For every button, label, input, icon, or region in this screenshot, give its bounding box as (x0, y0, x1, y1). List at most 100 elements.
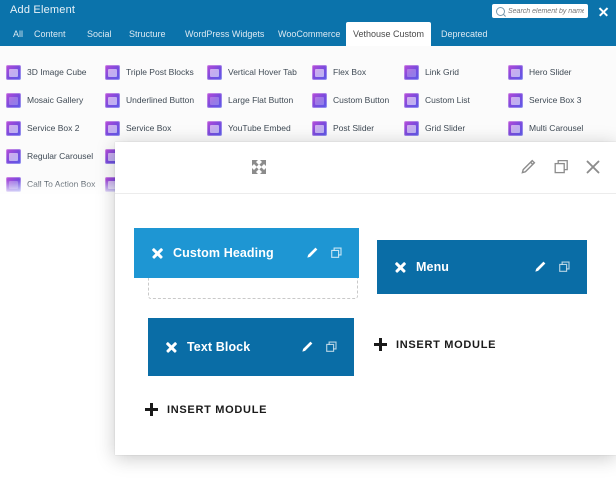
insert-module-button-right[interactable]: INSERT MODULE (374, 338, 496, 351)
link-grid-icon (404, 64, 419, 80)
element-item-hero-slider[interactable]: Hero Slider (508, 58, 572, 86)
element-item-3d-image-cube[interactable]: 3D Image Cube (6, 58, 87, 86)
page-title: Add Element (10, 4, 76, 16)
search-box[interactable] (492, 4, 588, 18)
module-text-block[interactable]: Text Block (148, 318, 354, 376)
copy-icon[interactable] (324, 339, 340, 355)
hero-slider-icon (508, 64, 523, 80)
element-label: Post Slider (333, 123, 375, 133)
underlined-button-icon (105, 92, 120, 108)
element-item-service-box[interactable]: Service Box (105, 114, 171, 142)
element-label: Large Flat Button (228, 95, 294, 105)
element-label: Call To Action Box (27, 179, 96, 189)
element-item-mosaic-gallery[interactable]: Mosaic Gallery (6, 86, 83, 114)
tab-structure[interactable]: Structure (122, 22, 173, 46)
element-item-triple-post-blocks[interactable]: Triple Post Blocks (105, 58, 194, 86)
element-item-underlined-button[interactable]: Underlined Button (105, 86, 194, 114)
element-label: Mosaic Gallery (27, 95, 84, 105)
remove-icon[interactable] (165, 341, 178, 354)
module-label: Menu (416, 260, 450, 274)
element-item-custom-list[interactable]: Custom List (404, 86, 470, 114)
service-box-2-icon (6, 120, 21, 136)
module-label: Custom Heading (173, 246, 274, 260)
element-label: YouTube Embed (228, 123, 291, 133)
element-item-custom-button[interactable]: Custom Button (312, 86, 389, 114)
element-label: Triple Post Blocks (126, 67, 194, 77)
regular-carousel-icon (6, 148, 21, 164)
element-item-post-slider[interactable]: Post Slider (312, 114, 374, 142)
module-label: Text Block (187, 340, 251, 354)
tab-vethouse-custom[interactable]: Vethouse Custom (346, 22, 432, 46)
module-actions (532, 259, 587, 275)
tab-woocommerce[interactable]: WooCommerce (271, 22, 347, 46)
copy-icon[interactable] (557, 259, 573, 275)
panel-toolbar (115, 142, 616, 194)
custom-button-icon (312, 92, 327, 108)
element-item-grid-slider[interactable]: Grid Slider (404, 114, 465, 142)
large-flat-button-icon (207, 92, 222, 108)
pencil-icon[interactable] (304, 245, 320, 261)
element-label: Flex Box (333, 67, 367, 77)
category-tabs: All Content Social Structure WordPress W… (0, 22, 616, 46)
close-icon[interactable] (583, 157, 603, 177)
element-label: Custom List (425, 95, 470, 105)
element-item-vertical-hover-tab[interactable]: Vertical Hover Tab (207, 58, 297, 86)
insert-module-label: INSERT MODULE (167, 403, 268, 416)
copy-icon[interactable] (329, 245, 345, 261)
element-row: Mosaic Gallery Underlined Button Large F… (0, 86, 616, 114)
service-box-3-icon (508, 92, 523, 108)
element-item-service-box-2[interactable]: Service Box 2 (6, 114, 79, 142)
element-label: Regular Carousel (27, 151, 94, 161)
app-root: Add Element All Content Social Structure… (0, 0, 616, 504)
element-item-regular-carousel[interactable]: Regular Carousel (6, 142, 93, 170)
3d-image-cube-icon (6, 64, 21, 80)
tab-content[interactable]: Content (27, 22, 73, 46)
vertical-hover-tab-icon (207, 64, 222, 80)
element-item-link-grid[interactable]: Link Grid (404, 58, 459, 86)
insert-module-label: INSERT MODULE (396, 338, 497, 351)
pencil-icon[interactable] (518, 157, 538, 177)
add-element-header: Add Element (0, 0, 616, 22)
copy-icon[interactable] (552, 157, 572, 177)
element-label: Service Box 3 (529, 95, 582, 105)
remove-icon[interactable] (394, 261, 407, 274)
service-box-icon (105, 120, 120, 136)
expand-arrows-icon[interactable] (249, 157, 269, 177)
element-label: Grid Slider (425, 123, 466, 133)
tab-deprecated[interactable]: Deprecated (434, 22, 495, 46)
element-row: 3D Image Cube Triple Post Blocks Vertica… (0, 58, 616, 86)
element-item-multi-carousel[interactable]: Multi Carousel (508, 114, 583, 142)
element-row: Service Box 2 Service Box YouTube Embed … (0, 114, 616, 142)
element-label: Vertical Hover Tab (228, 67, 297, 77)
plus-icon (145, 403, 158, 416)
module-actions (304, 245, 359, 261)
module-actions (299, 339, 354, 355)
element-label: Multi Carousel (529, 123, 584, 133)
element-label: Custom Button (333, 95, 390, 105)
element-item-youtube-embed[interactable]: YouTube Embed (207, 114, 291, 142)
remove-icon[interactable] (151, 247, 164, 260)
tab-social[interactable]: Social (80, 22, 119, 46)
pencil-icon[interactable] (532, 259, 548, 275)
element-label: Hero Slider (529, 67, 572, 77)
element-item-flex-box[interactable]: Flex Box (312, 58, 366, 86)
module-menu[interactable]: Menu (377, 240, 587, 294)
element-label: Underlined Button (126, 95, 195, 105)
multi-carousel-icon (508, 120, 523, 136)
search-input[interactable] (508, 7, 584, 15)
close-icon[interactable] (597, 5, 609, 17)
insert-module-button-bottom[interactable]: INSERT MODULE (145, 403, 267, 416)
mosaic-gallery-icon (6, 92, 21, 108)
element-label: 3D Image Cube (27, 67, 87, 77)
module-custom-heading[interactable]: Custom Heading (134, 228, 359, 278)
tab-wordpress-widgets[interactable]: WordPress Widgets (178, 22, 271, 46)
element-item-service-box-3[interactable]: Service Box 3 (508, 86, 581, 114)
post-slider-icon (312, 120, 327, 136)
triple-post-blocks-icon (105, 64, 120, 80)
call-to-action-box-icon (6, 176, 21, 192)
element-item-large-flat-button[interactable]: Large Flat Button (207, 86, 293, 114)
element-label: Link Grid (425, 67, 460, 77)
element-item-call-to-action-box[interactable]: Call To Action Box (6, 170, 95, 196)
pencil-icon[interactable] (299, 339, 315, 355)
youtube-embed-icon (207, 120, 222, 136)
